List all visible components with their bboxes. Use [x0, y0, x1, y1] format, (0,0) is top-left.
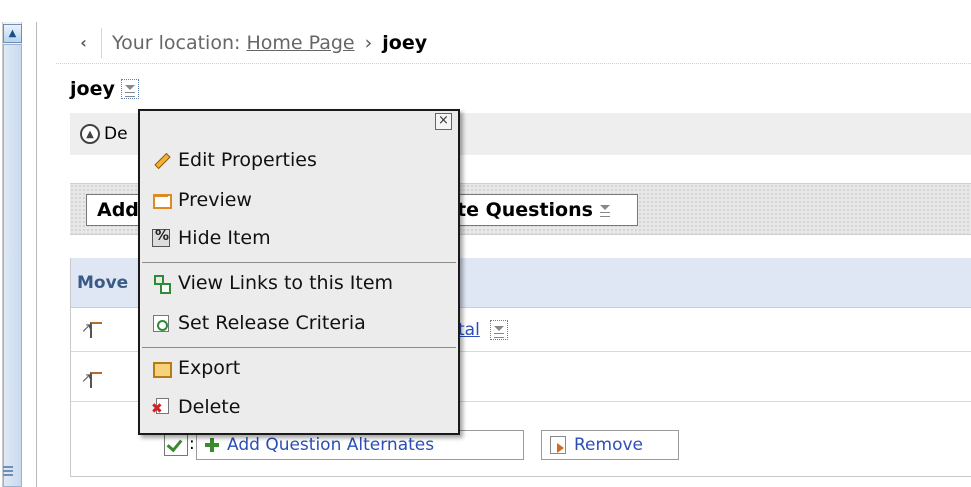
close-icon[interactable]: × [435, 113, 452, 130]
menu-item-label: Preview [178, 189, 252, 211]
scroll-up-button[interactable]: ▲ [3, 24, 22, 43]
delete-icon [151, 398, 170, 417]
grip-icon [3, 466, 13, 476]
page-options-chevron-icon[interactable] [120, 79, 139, 99]
question-link-text[interactable]: tal [458, 320, 480, 340]
breadcrumb-home-link[interactable]: Home Page [246, 32, 354, 54]
release-criteria-icon [152, 314, 170, 332]
description-label: De [104, 124, 128, 144]
add-button-label: Add [97, 199, 139, 221]
chevron-down-icon [597, 200, 615, 220]
menu-item-label: Edit Properties [178, 149, 317, 171]
export-icon [152, 359, 172, 378]
menu-item-label: View Links to this Item [178, 272, 394, 294]
menu-item-hide-item[interactable]: Hide Item [152, 223, 271, 253]
list-header-label: Move [77, 272, 129, 293]
breadcrumb-trail: Your location: Home Page › joey [112, 32, 427, 54]
preview-icon [152, 191, 172, 209]
links-icon [152, 274, 171, 294]
page-title: joey [70, 78, 139, 100]
back-button[interactable]: ‹ [66, 27, 102, 58]
page-title-text: joey [70, 78, 115, 100]
menu-item-label: Set Release Criteria [178, 312, 366, 334]
create-questions-label: te Questions [457, 199, 593, 221]
chevron-left-icon: ‹ [80, 33, 87, 52]
menu-item-export[interactable]: Export [152, 353, 240, 383]
menu-item-label: Hide Item [178, 227, 271, 249]
drag-handle-icon[interactable] [81, 369, 103, 391]
scrollbar-thumb[interactable] [3, 44, 22, 487]
breadcrumb-prefix: Your location: [112, 31, 241, 54]
menu-item-set-release-criteria[interactable]: Set Release Criteria [152, 308, 366, 338]
menu-item-view-links[interactable]: View Links to this Item [152, 268, 393, 298]
breadcrumb: ‹ Your location: Home Page › joey [56, 22, 971, 64]
menu-separator [142, 262, 456, 263]
plus-icon [205, 438, 219, 452]
remove-icon [550, 436, 566, 454]
question-link[interactable]: tal [458, 319, 508, 340]
menu-item-label: Export [178, 357, 241, 379]
vertical-scrollbar[interactable]: ▲ [0, 0, 56, 487]
add-question-alternates-label: Add Question Alternates [227, 435, 435, 455]
collapse-icon[interactable]: ▲ [80, 124, 100, 144]
arrow-up-icon: ▲ [8, 27, 17, 39]
breadcrumb-current: joey [382, 31, 428, 54]
add-button[interactable]: Add [86, 194, 146, 226]
menu-item-preview[interactable]: Preview [152, 185, 252, 215]
frame-divider [36, 22, 37, 487]
drag-handle-icon[interactable] [81, 319, 103, 341]
menu-item-label: Delete [178, 396, 241, 418]
menu-item-edit-properties[interactable]: Edit Properties [152, 145, 317, 175]
breadcrumb-separator: › [364, 31, 373, 54]
question-options-chevron-icon[interactable] [489, 319, 508, 340]
remove-label: Remove [574, 435, 643, 455]
menu-item-delete[interactable]: Delete [151, 392, 241, 422]
hide-icon [152, 228, 170, 247]
checkbox-icon[interactable] [164, 434, 188, 456]
menu-separator [142, 347, 456, 348]
pencil-icon [152, 151, 170, 169]
checkbox-suffix: : [189, 434, 195, 454]
item-context-menu: × Edit Properties Preview Hide Item View… [138, 109, 460, 435]
remove-button[interactable]: Remove [541, 430, 679, 460]
